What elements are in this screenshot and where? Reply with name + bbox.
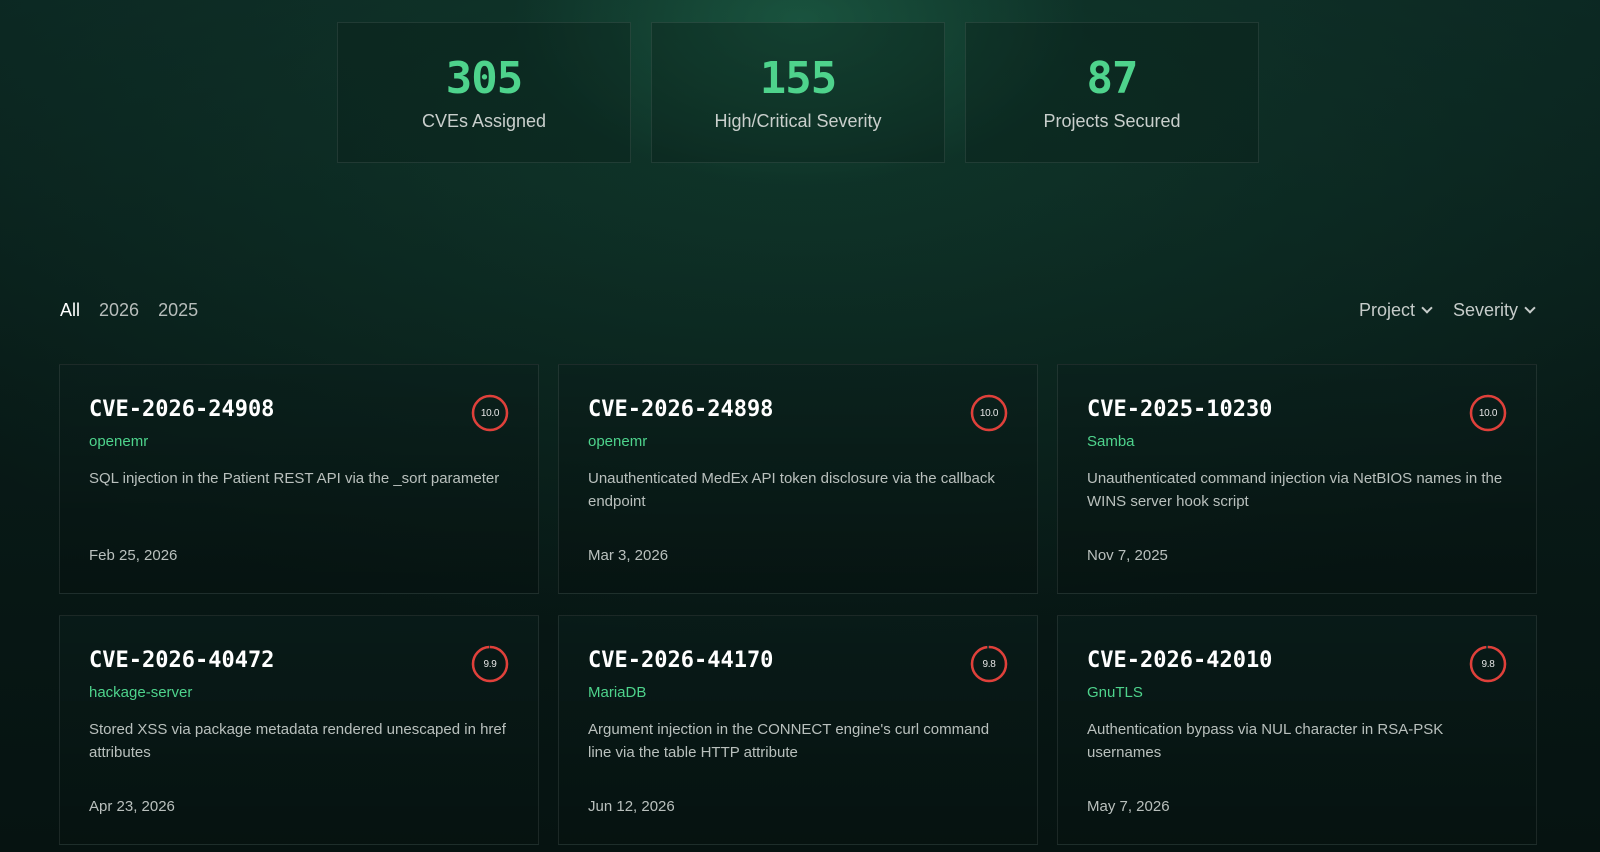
cve-description: Stored XSS via package metadata rendered… [89, 721, 506, 761]
severity-score: 9.8 [982, 658, 996, 670]
severity-score: 10.0 [979, 407, 999, 419]
cve-card[interactable]: CVE-2026-42010 GnuTLS Authentication byp… [1057, 615, 1537, 845]
cve-card-grid: CVE-2026-24908 openemr SQL injection in … [59, 364, 1537, 845]
cve-id: CVE-2026-40472 [89, 648, 275, 673]
cve-card[interactable]: CVE-2026-40472 hackage-server Stored XSS… [59, 615, 539, 845]
project-name: openemr [89, 433, 149, 450]
severity-score: 9.9 [483, 658, 497, 670]
tab-all[interactable]: All [60, 300, 80, 321]
stats-row: 305 CVEs Assigned 155 High/Critical Seve… [337, 22, 1259, 163]
cve-date: Jun 12, 2026 [588, 798, 675, 815]
severity-score: 9.8 [1481, 658, 1495, 670]
year-tabs: All 2026 2025 [60, 300, 198, 321]
project-dropdown-label: Project [1358, 300, 1415, 320]
cve-id: CVE-2026-44170 [588, 648, 774, 673]
severity-score: 10.0 [480, 407, 500, 419]
chevron-down-icon [1421, 302, 1433, 314]
severity-score-ring: 9.9 [471, 645, 509, 683]
cve-card[interactable]: CVE-2026-24898 openemr Unauthenticated M… [558, 364, 1038, 594]
cve-id: CVE-2026-42010 [1087, 648, 1273, 673]
cve-date: Nov 7, 2025 [1087, 547, 1168, 564]
tab-2025[interactable]: 2025 [158, 300, 198, 321]
project-name: Samba [1087, 433, 1135, 450]
cve-id: CVE-2025-10230 [1087, 397, 1273, 422]
severity-score-ring: 10.0 [1469, 394, 1507, 432]
stat-label: High/Critical Severity [714, 111, 882, 131]
severity-score-ring: 9.8 [970, 645, 1008, 683]
filter-dropdowns: Project Severity [1358, 300, 1536, 321]
severity-score: 10.0 [1478, 407, 1498, 419]
severity-score-ring: 10.0 [970, 394, 1008, 432]
project-name: openemr [588, 433, 648, 450]
cve-card[interactable]: CVE-2026-24908 openemr SQL injection in … [59, 364, 539, 594]
project-name: hackage-server [89, 684, 193, 701]
cve-id: CVE-2026-24908 [89, 397, 275, 422]
cve-card[interactable]: CVE-2026-44170 MariaDB Argument injectio… [558, 615, 1038, 845]
severity-dropdown-label: Severity [1452, 300, 1518, 320]
cve-date: Apr 23, 2026 [89, 798, 175, 815]
project-name: MariaDB [588, 684, 647, 701]
cve-description: Unauthenticated MedEx API token disclosu… [588, 470, 995, 510]
stat-projects-secured: 87 Projects Secured [965, 22, 1259, 163]
cve-date: May 7, 2026 [1087, 798, 1170, 815]
stat-value: 305 [445, 53, 523, 104]
filter-bar: All 2026 2025 Project Severity [60, 300, 1536, 321]
severity-dropdown[interactable]: Severity [1452, 300, 1536, 321]
tab-2026[interactable]: 2026 [99, 300, 139, 321]
cve-description: Authentication bypass via NUL character … [1087, 721, 1444, 761]
cve-date: Mar 3, 2026 [588, 547, 669, 564]
stat-cves-assigned: 305 CVEs Assigned [337, 22, 631, 163]
cve-id: CVE-2026-24898 [588, 397, 774, 422]
cve-description: Unauthenticated command injection via Ne… [1087, 470, 1503, 510]
stat-label: CVEs Assigned [421, 111, 547, 131]
stat-high-critical: 155 High/Critical Severity [651, 22, 945, 163]
project-dropdown[interactable]: Project [1358, 300, 1433, 321]
stat-value: 155 [759, 53, 837, 104]
chevron-down-icon [1524, 302, 1536, 314]
project-name: GnuTLS [1087, 684, 1143, 701]
stat-value: 87 [1086, 53, 1139, 104]
cve-description: Argument injection in the CONNECT engine… [588, 721, 990, 761]
cve-description: SQL injection in the Patient REST API vi… [89, 470, 500, 487]
cve-card[interactable]: CVE-2025-10230 Samba Unauthenticated com… [1057, 364, 1537, 594]
severity-score-ring: 10.0 [471, 394, 509, 432]
severity-score-ring: 9.8 [1469, 645, 1507, 683]
stat-label: Projects Secured [1043, 111, 1181, 131]
cve-date: Feb 25, 2026 [89, 547, 178, 564]
